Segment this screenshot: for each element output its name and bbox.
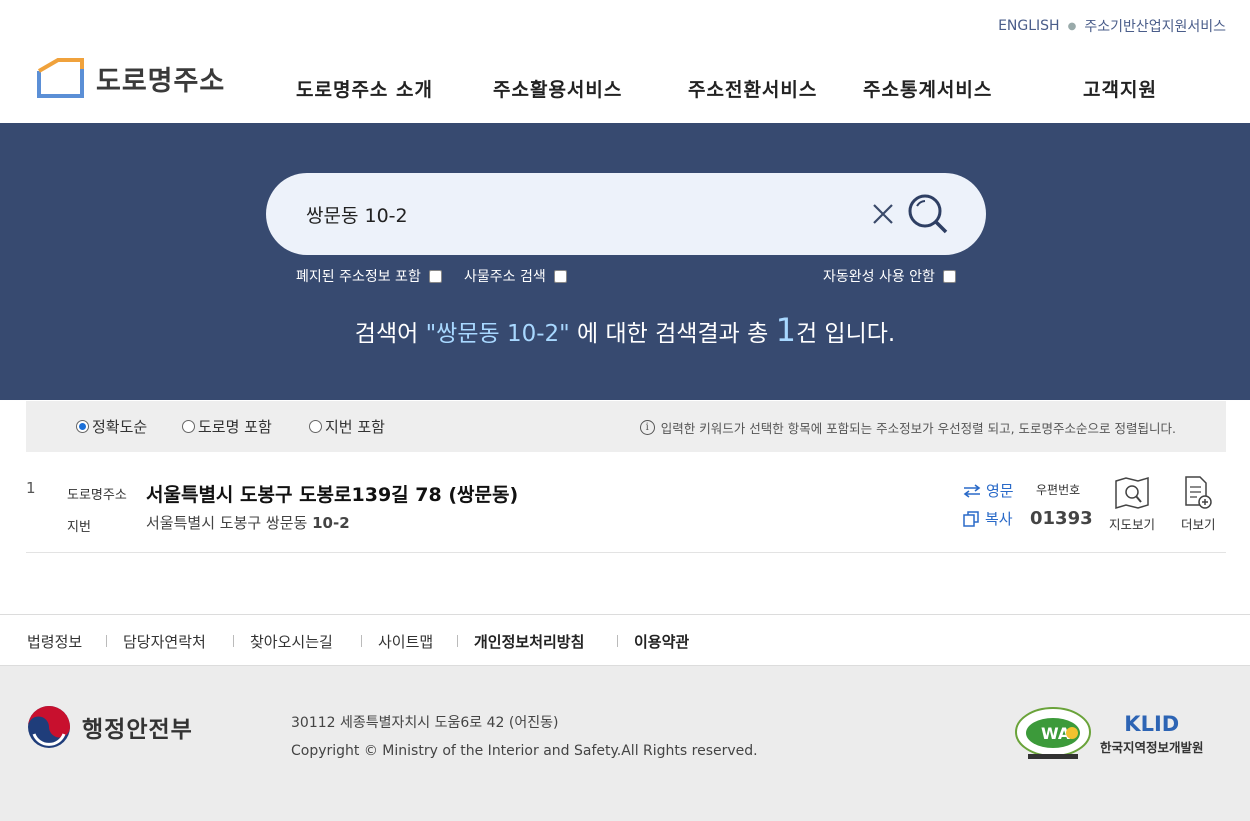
- ministry-logo[interactable]: 행정안전부: [26, 704, 193, 750]
- english-address-label: 영문: [986, 482, 1014, 500]
- footer-links: 법령정보 담당자연락처 찾아오시는길 사이트맵 개인정보처리방침 이용약관: [0, 614, 1250, 666]
- footer-address: 30112 세종특별자치시 도움6로 42 (어진동): [291, 715, 559, 731]
- include-abolished-checkbox[interactable]: [428, 269, 442, 283]
- jibun-label: 지번: [67, 520, 91, 535]
- footer-link-terms[interactable]: 이용약관: [634, 631, 689, 652]
- road-address: 서울특별시 도봉구 도봉로139길 78 (쌍문동): [146, 484, 519, 506]
- footer-link-contacts[interactable]: 담당자연락처: [123, 631, 206, 652]
- sort-road-name-label: 도로명 포함: [198, 418, 272, 436]
- result-summary: 검색어 "쌍문동 10-2" 에 대한 검색결과 총 1건 입니다.: [0, 311, 1250, 349]
- result-summary-mid: 에 대한 검색결과 총: [569, 321, 776, 347]
- footer: 행정안전부 30112 세종특별자치시 도움6로 42 (어진동) Copyri…: [0, 666, 1250, 821]
- sort-accuracy-label: 정확도순: [92, 418, 148, 436]
- separator-dot: ●: [1067, 20, 1077, 32]
- option-object-address-label: 사물주소 검색: [464, 269, 546, 285]
- jibun-address-number: 10-2: [312, 514, 350, 532]
- document-plus-icon: [1185, 476, 1212, 509]
- more-info-label: 더보기: [1181, 517, 1216, 532]
- footer-separator: [617, 635, 618, 647]
- copy-icon: [963, 510, 979, 527]
- sort-jibun-label: 지번 포함: [325, 418, 385, 436]
- footer-copyright: Copyright © Ministry of the Interior and…: [291, 743, 758, 759]
- jibun-address: 서울특별시 도봉구 쌍문동 10-2: [146, 512, 350, 533]
- option-disable-autocomplete[interactable]: 자동완성 사용 안함: [823, 266, 956, 286]
- footer-separator: [106, 635, 107, 647]
- sort-road-name[interactable]: 도로명 포함: [182, 416, 272, 437]
- footer-separator: [457, 635, 458, 647]
- copy-address-label: 복사: [985, 510, 1013, 528]
- industry-support-link[interactable]: 주소기반산업지원서비스: [1084, 16, 1226, 36]
- sort-jibun[interactable]: 지번 포함: [309, 416, 385, 437]
- result-summary-suffix: 건 입니다.: [795, 321, 896, 347]
- utility-links: ENGLISH ● 주소기반산업지원서비스: [998, 16, 1226, 36]
- jibun-address-prefix: 서울특별시 도봉구 쌍문동: [146, 514, 313, 532]
- sort-road-name-radio[interactable]: [182, 420, 195, 433]
- taegeuk-emblem-icon: [28, 706, 70, 748]
- option-include-abolished[interactable]: 폐지된 주소정보 포함: [296, 266, 442, 286]
- ministry-name: 행정안전부: [82, 717, 193, 743]
- more-info-button[interactable]: 더보기: [1181, 475, 1216, 533]
- klid-name: 한국지역정보개발원: [1100, 740, 1204, 755]
- nav-usage-service[interactable]: 주소활용서비스: [493, 75, 622, 102]
- clear-search-icon[interactable]: [870, 201, 896, 227]
- klid-mark: KLID: [1124, 712, 1180, 736]
- english-address-button[interactable]: 영문: [963, 480, 1014, 501]
- english-link[interactable]: ENGLISH: [998, 18, 1060, 34]
- swap-arrows-icon: [963, 483, 981, 498]
- zip-code: 01393: [1030, 508, 1093, 529]
- footer-link-law[interactable]: 법령정보: [27, 631, 82, 652]
- main-nav: 도로명주소 소개 주소활용서비스 주소전환서비스 주소통계서비스 고객지원: [0, 75, 1250, 101]
- search-section: 폐지된 주소정보 포함 사물주소 검색 자동완성 사용 안함 검색어 "쌍문동 …: [0, 123, 1250, 400]
- wa-certification-icon: WA: [1015, 707, 1091, 759]
- nav-customer-support[interactable]: 고객지원: [1083, 75, 1157, 102]
- option-object-address[interactable]: 사물주소 검색: [464, 266, 567, 286]
- map-view-button[interactable]: 지도보기: [1109, 475, 1155, 533]
- result-summary-keyword: "쌍문동 10-2": [425, 321, 570, 347]
- footer-link-directions[interactable]: 찾아오시는길: [250, 631, 333, 652]
- sort-accuracy[interactable]: 정확도순: [76, 416, 147, 437]
- sort-note-text: 입력한 키워드가 선택한 항목에 포함되는 주소정보가 우선정렬 되고, 도로명…: [660, 421, 1176, 436]
- nav-statistics-service[interactable]: 주소통계서비스: [863, 75, 992, 102]
- result-row: 1 도로명주소 서울특별시 도봉구 도봉로139길 78 (쌍문동) 지번 서울…: [26, 453, 1226, 553]
- web-accessibility-mark[interactable]: WA: [1014, 706, 1092, 766]
- klid-logo[interactable]: KLID 한국지역정보개발원: [1100, 712, 1204, 756]
- road-address-label: 도로명주소: [67, 488, 127, 503]
- sort-note: i 입력한 키워드가 선택한 항목에 포함되는 주소정보가 우선정렬 되고, 도…: [639, 418, 1176, 437]
- option-include-abolished-label: 폐지된 주소정보 포함: [296, 269, 421, 285]
- search-box: [266, 173, 986, 255]
- disable-autocomplete-checkbox[interactable]: [942, 269, 956, 283]
- result-summary-prefix: 검색어: [354, 321, 426, 347]
- map-view-label: 지도보기: [1109, 517, 1156, 532]
- result-number: 1: [26, 479, 36, 497]
- nav-intro[interactable]: 도로명주소 소개: [296, 75, 433, 102]
- nav-conversion-service[interactable]: 주소전환서비스: [688, 75, 817, 102]
- sort-accuracy-radio[interactable]: [76, 420, 89, 433]
- search-icon[interactable]: [906, 192, 950, 236]
- copy-address-button[interactable]: 복사: [963, 508, 1013, 529]
- map-icon: [1115, 476, 1149, 510]
- sort-filter-bar: 정확도순 도로명 포함 지번 포함 i 입력한 키워드가 선택한 항목에 포함되…: [26, 401, 1226, 452]
- object-address-checkbox[interactable]: [553, 269, 567, 283]
- footer-link-privacy[interactable]: 개인정보처리방침: [474, 631, 584, 652]
- sort-jibun-radio[interactable]: [309, 420, 322, 433]
- info-icon: i: [639, 420, 655, 435]
- footer-separator: [233, 635, 234, 647]
- footer-link-sitemap[interactable]: 사이트맵: [378, 631, 433, 652]
- footer-separator: [361, 635, 362, 647]
- search-input[interactable]: [306, 199, 846, 229]
- result-count: 1: [775, 311, 796, 349]
- option-disable-autocomplete-label: 자동완성 사용 안함: [823, 269, 935, 285]
- zip-code-label: 우편번호: [1036, 483, 1081, 497]
